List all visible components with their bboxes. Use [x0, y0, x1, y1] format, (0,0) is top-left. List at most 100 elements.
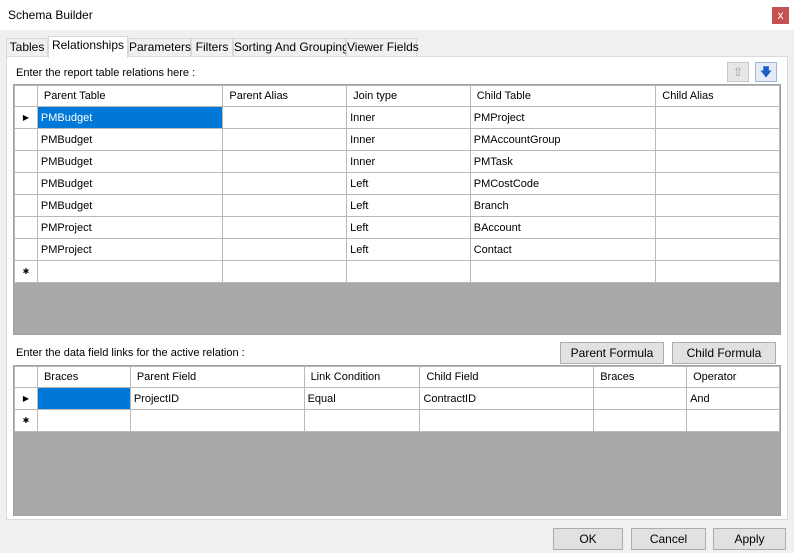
new-cell-parent-alias[interactable] — [222, 260, 348, 283]
table-row[interactable]: ▶ ProjectID Equal ContractID And — [14, 387, 780, 410]
cell-open-braces[interactable] — [36, 387, 131, 410]
tab-filters[interactable]: Filters — [191, 38, 233, 57]
column-header-parent-table[interactable]: Parent Table — [36, 85, 224, 107]
move-down-button[interactable]: 🡇 — [755, 62, 777, 82]
links-grid[interactable]: Braces Parent Field Link Condition Child… — [13, 365, 781, 516]
current-row-indicator[interactable]: ▶ — [14, 106, 38, 129]
new-cell-close-braces[interactable] — [593, 409, 688, 432]
new-cell-parent-table[interactable] — [36, 260, 224, 283]
tab-sorting-and-grouping[interactable]: Sorting And Grouping — [233, 38, 349, 57]
tab-relationships[interactable]: Relationships — [48, 36, 128, 58]
new-row[interactable]: ✱ — [14, 409, 780, 432]
new-cell-parent-field[interactable] — [129, 409, 305, 432]
cell-join-type[interactable]: Left — [346, 238, 471, 261]
tab-tables[interactable]: Tables — [6, 38, 48, 57]
column-header-join-type[interactable]: Join type — [346, 85, 471, 107]
column-header-parent-field[interactable]: Parent Field — [129, 366, 305, 388]
column-header-open-braces[interactable]: Braces — [36, 366, 131, 388]
cell-join-type[interactable]: Left — [346, 172, 471, 195]
new-cell-open-braces[interactable] — [36, 409, 131, 432]
new-cell-child-alias[interactable] — [655, 260, 780, 283]
cell-parent-alias[interactable] — [222, 238, 348, 261]
ok-button[interactable]: OK — [553, 528, 623, 550]
table-row[interactable]: ▶ PMBudget Inner PMProject — [14, 106, 780, 129]
cell-child-table[interactable]: Contact — [469, 238, 657, 261]
cell-parent-table[interactable]: PMBudget — [36, 106, 224, 129]
current-row-indicator[interactable]: ▶ — [14, 387, 38, 410]
cell-child-table[interactable]: PMProject — [469, 106, 657, 129]
table-row[interactable]: PMBudget Inner PMTask — [14, 150, 780, 173]
parent-formula-button[interactable]: Parent Formula — [560, 342, 664, 364]
cell-parent-table[interactable]: PMProject — [36, 216, 224, 239]
row-header[interactable] — [14, 172, 38, 195]
cell-parent-table[interactable]: PMBudget — [36, 194, 224, 217]
new-row-indicator[interactable]: ✱ — [14, 409, 38, 432]
cell-child-table[interactable]: BAccount — [469, 216, 657, 239]
new-cell-join-type[interactable] — [346, 260, 471, 283]
cell-parent-field[interactable]: ProjectID — [129, 387, 305, 410]
new-cell-child-table[interactable] — [469, 260, 657, 283]
relations-grid[interactable]: Parent Table Parent Alias Join type Chil… — [13, 84, 781, 335]
cell-child-alias[interactable] — [655, 172, 780, 195]
cell-parent-table[interactable]: PMBudget — [36, 128, 224, 151]
cell-parent-table[interactable]: PMBudget — [36, 172, 224, 195]
cell-child-alias[interactable] — [655, 194, 780, 217]
column-header-parent-alias[interactable]: Parent Alias — [222, 85, 348, 107]
new-cell-child-field[interactable] — [419, 409, 595, 432]
cell-join-type[interactable]: Inner — [346, 106, 471, 129]
table-row[interactable]: PMProject Left Contact — [14, 238, 780, 261]
tab-parameters[interactable]: Parameters — [128, 38, 191, 57]
cell-join-type[interactable]: Inner — [346, 128, 471, 151]
cell-parent-alias[interactable] — [222, 128, 348, 151]
cell-parent-table[interactable]: PMProject — [36, 238, 224, 261]
apply-button[interactable]: Apply — [713, 528, 786, 550]
new-cell-link-condition[interactable] — [303, 409, 421, 432]
cancel-button[interactable]: Cancel — [631, 528, 706, 550]
cell-parent-alias[interactable] — [222, 194, 348, 217]
cell-join-type[interactable]: Inner — [346, 150, 471, 173]
new-cell-operator[interactable] — [686, 409, 780, 432]
column-header-child-alias[interactable]: Child Alias — [655, 85, 780, 107]
row-header[interactable] — [14, 216, 38, 239]
column-header-close-braces[interactable]: Braces — [593, 366, 688, 388]
table-row[interactable]: PMBudget Left PMCostCode — [14, 172, 780, 195]
cell-child-alias[interactable] — [655, 128, 780, 151]
cell-child-alias[interactable] — [655, 216, 780, 239]
move-up-button[interactable]: ⇧ — [727, 62, 749, 82]
table-row[interactable]: PMBudget Inner PMAccountGroup — [14, 128, 780, 151]
cell-parent-alias[interactable] — [222, 216, 348, 239]
cell-child-alias[interactable] — [655, 238, 780, 261]
cell-parent-table[interactable]: PMBudget — [36, 150, 224, 173]
row-header[interactable] — [14, 238, 38, 261]
cell-child-table[interactable]: PMAccountGroup — [469, 128, 657, 151]
column-header-child-field[interactable]: Child Field — [419, 366, 595, 388]
cell-join-type[interactable]: Left — [346, 216, 471, 239]
cell-child-table[interactable]: PMTask — [469, 150, 657, 173]
cell-child-field[interactable]: ContractID — [419, 387, 595, 410]
column-header-link-condition[interactable]: Link Condition — [303, 366, 421, 388]
table-row[interactable]: PMProject Left BAccount — [14, 216, 780, 239]
cell-parent-alias[interactable] — [222, 172, 348, 195]
close-button[interactable]: x — [772, 7, 789, 24]
row-header[interactable] — [14, 150, 38, 173]
column-header-operator[interactable]: Operator — [686, 366, 780, 388]
row-header[interactable] — [14, 128, 38, 151]
cell-operator[interactable]: And — [686, 387, 780, 410]
table-row[interactable]: PMBudget Left Branch — [14, 194, 780, 217]
cell-parent-alias[interactable] — [222, 150, 348, 173]
cell-link-condition[interactable]: Equal — [303, 387, 421, 410]
cell-child-alias[interactable] — [655, 106, 780, 129]
column-header-child-table[interactable]: Child Table — [469, 85, 657, 107]
new-row[interactable]: ✱ — [14, 260, 780, 283]
child-formula-button[interactable]: Child Formula — [672, 342, 776, 364]
cell-child-table[interactable]: PMCostCode — [469, 172, 657, 195]
tab-viewer-fields[interactable]: Viewer Fields — [346, 38, 419, 57]
row-header[interactable] — [14, 194, 38, 217]
links-table: Braces Parent Field Link Condition Child… — [14, 366, 780, 432]
cell-child-alias[interactable] — [655, 150, 780, 173]
cell-child-table[interactable]: Branch — [469, 194, 657, 217]
new-row-indicator[interactable]: ✱ — [14, 260, 38, 283]
cell-close-braces[interactable] — [593, 387, 688, 410]
cell-parent-alias[interactable] — [222, 106, 348, 129]
cell-join-type[interactable]: Left — [346, 194, 471, 217]
